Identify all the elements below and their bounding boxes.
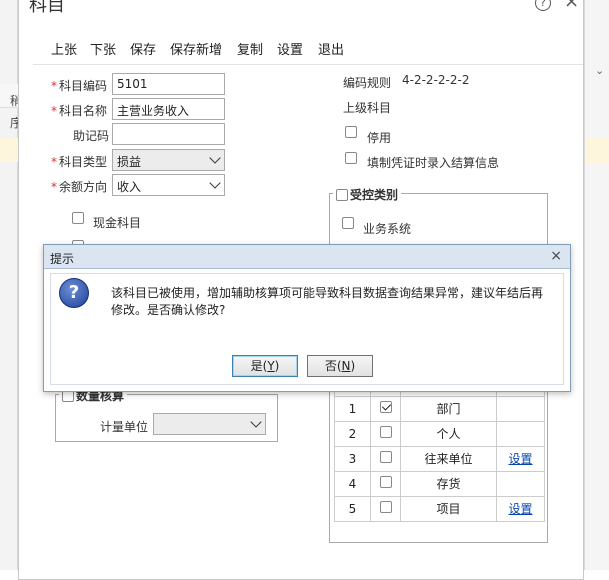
row-checkbox[interactable]: [379, 401, 392, 413]
type-select-value: 损益: [117, 155, 142, 169]
settlement-label: 填制凭证时录入结算信息: [367, 156, 500, 170]
mnemonic-input[interactable]: [112, 123, 225, 145]
row-name: 往来单位: [400, 445, 497, 472]
dialog-message: 该科目已被使用，增加辅助核算项可能导致科目数据查询结果异常，建议年结后再修改。是…: [111, 286, 544, 317]
table-row: 3 往来单位 设置: [334, 445, 545, 472]
cash-label: 现金科目: [93, 216, 142, 230]
next-button[interactable]: 下张: [90, 39, 116, 58]
row-action-cell: [496, 470, 545, 497]
dialog-header: 提示 ×: [44, 245, 570, 269]
cash-checkbox[interactable]: [72, 212, 84, 224]
table-row: 2 个人: [334, 420, 545, 447]
code-label: * 科目编码: [51, 79, 108, 93]
row-name: 存货: [400, 470, 497, 497]
business-label: 业务系统: [363, 222, 412, 236]
chevron-down-icon: [250, 416, 262, 428]
row-action-cell: 设置: [496, 445, 545, 472]
business-checkbox[interactable]: [342, 217, 354, 229]
row-checkbox-cell: [370, 420, 401, 447]
settings-link[interactable]: 设置: [508, 452, 532, 466]
row-checkbox-cell: [370, 395, 401, 422]
row-checkbox[interactable]: [379, 476, 392, 488]
table-row: 4 存货: [334, 470, 545, 497]
disabled-label: 停用: [367, 131, 392, 145]
no-button[interactable]: 否(N): [307, 355, 373, 377]
chevron-down-icon: [209, 152, 221, 164]
row-checkbox-cell: [370, 495, 401, 522]
type-label: * 科目类型: [51, 155, 108, 169]
row-checkbox[interactable]: [379, 501, 392, 513]
disabled-checkbox[interactable]: [345, 126, 357, 138]
row-number: 4: [334, 470, 371, 497]
help-icon[interactable]: ?: [535, 0, 551, 11]
background-app-left: 稍 序: [0, 0, 22, 570]
controlled-legend: 受控类别: [333, 186, 402, 203]
type-select[interactable]: 损益: [112, 149, 225, 171]
settlement-checkbox[interactable]: [345, 152, 357, 164]
name-input[interactable]: 主营业务收入: [112, 98, 225, 120]
prev-button[interactable]: 上张: [51, 39, 77, 58]
row-checkbox[interactable]: [379, 426, 392, 438]
row-action-cell: [496, 395, 545, 422]
row-number: 2: [334, 420, 371, 447]
save-button[interactable]: 保存: [130, 39, 156, 58]
close-icon[interactable]: ×: [564, 0, 579, 12]
confirm-dialog: 提示 × ? 该科目已被使用，增加辅助核算项可能导致科目数据查询结果异常，建议年…: [43, 244, 571, 392]
chevron-down-icon: [209, 177, 221, 189]
row-action-cell: [496, 420, 545, 447]
parent-label: 上级科目: [343, 101, 392, 115]
row-checkbox-cell: [370, 470, 401, 497]
settings-link[interactable]: 设置: [508, 502, 532, 516]
row-number: 1: [334, 395, 371, 422]
row-number: 5: [334, 495, 371, 522]
code-input[interactable]: 5101: [112, 73, 225, 95]
aux-table: 1 部门 2 个人 3 往来单位 设置 4 存货 5 项目 设置: [334, 386, 545, 522]
background-row-highlight: [585, 138, 609, 164]
code-rule-value: 4-2-2-2-2-2: [402, 73, 470, 87]
unit-select[interactable]: [153, 413, 266, 435]
row-checkbox-cell: [370, 445, 401, 472]
row-action-cell: 设置: [496, 495, 545, 522]
row-name: 个人: [400, 420, 497, 447]
dialog-title: 提示: [50, 252, 75, 266]
code-rule-label: 编码规则: [343, 76, 392, 90]
table-row: 1 部门: [334, 395, 545, 422]
exit-button[interactable]: 退出: [318, 39, 344, 58]
toolbar-divider: [33, 64, 583, 65]
settings-button[interactable]: 设置: [277, 39, 303, 58]
controlled-checkbox[interactable]: [336, 189, 348, 201]
name-label: * 科目名称: [51, 104, 108, 118]
background-app-right: ⌄: [584, 0, 609, 570]
yes-button[interactable]: 是(Y): [232, 355, 298, 377]
unit-label: 计量单位: [100, 420, 149, 434]
direction-select[interactable]: 收入: [112, 174, 225, 196]
mnemonic-label: 助记码: [73, 129, 110, 143]
window-title: 科目: [29, 0, 65, 16]
table-row: 5 项目 设置: [334, 495, 545, 522]
direction-select-value: 收入: [117, 180, 142, 194]
save-new-button[interactable]: 保存新增: [170, 39, 222, 58]
question-icon: ?: [59, 278, 89, 308]
row-name: 项目: [400, 495, 497, 522]
copy-button[interactable]: 复制: [237, 39, 263, 58]
row-checkbox[interactable]: [379, 451, 392, 463]
row-number: 3: [334, 445, 371, 472]
row-name: 部门: [400, 395, 497, 422]
close-icon[interactable]: ×: [550, 248, 562, 264]
background-row-highlight: [0, 138, 18, 162]
chevron-down-icon[interactable]: ⌄: [595, 64, 604, 77]
direction-label: * 余额方向: [51, 180, 108, 194]
